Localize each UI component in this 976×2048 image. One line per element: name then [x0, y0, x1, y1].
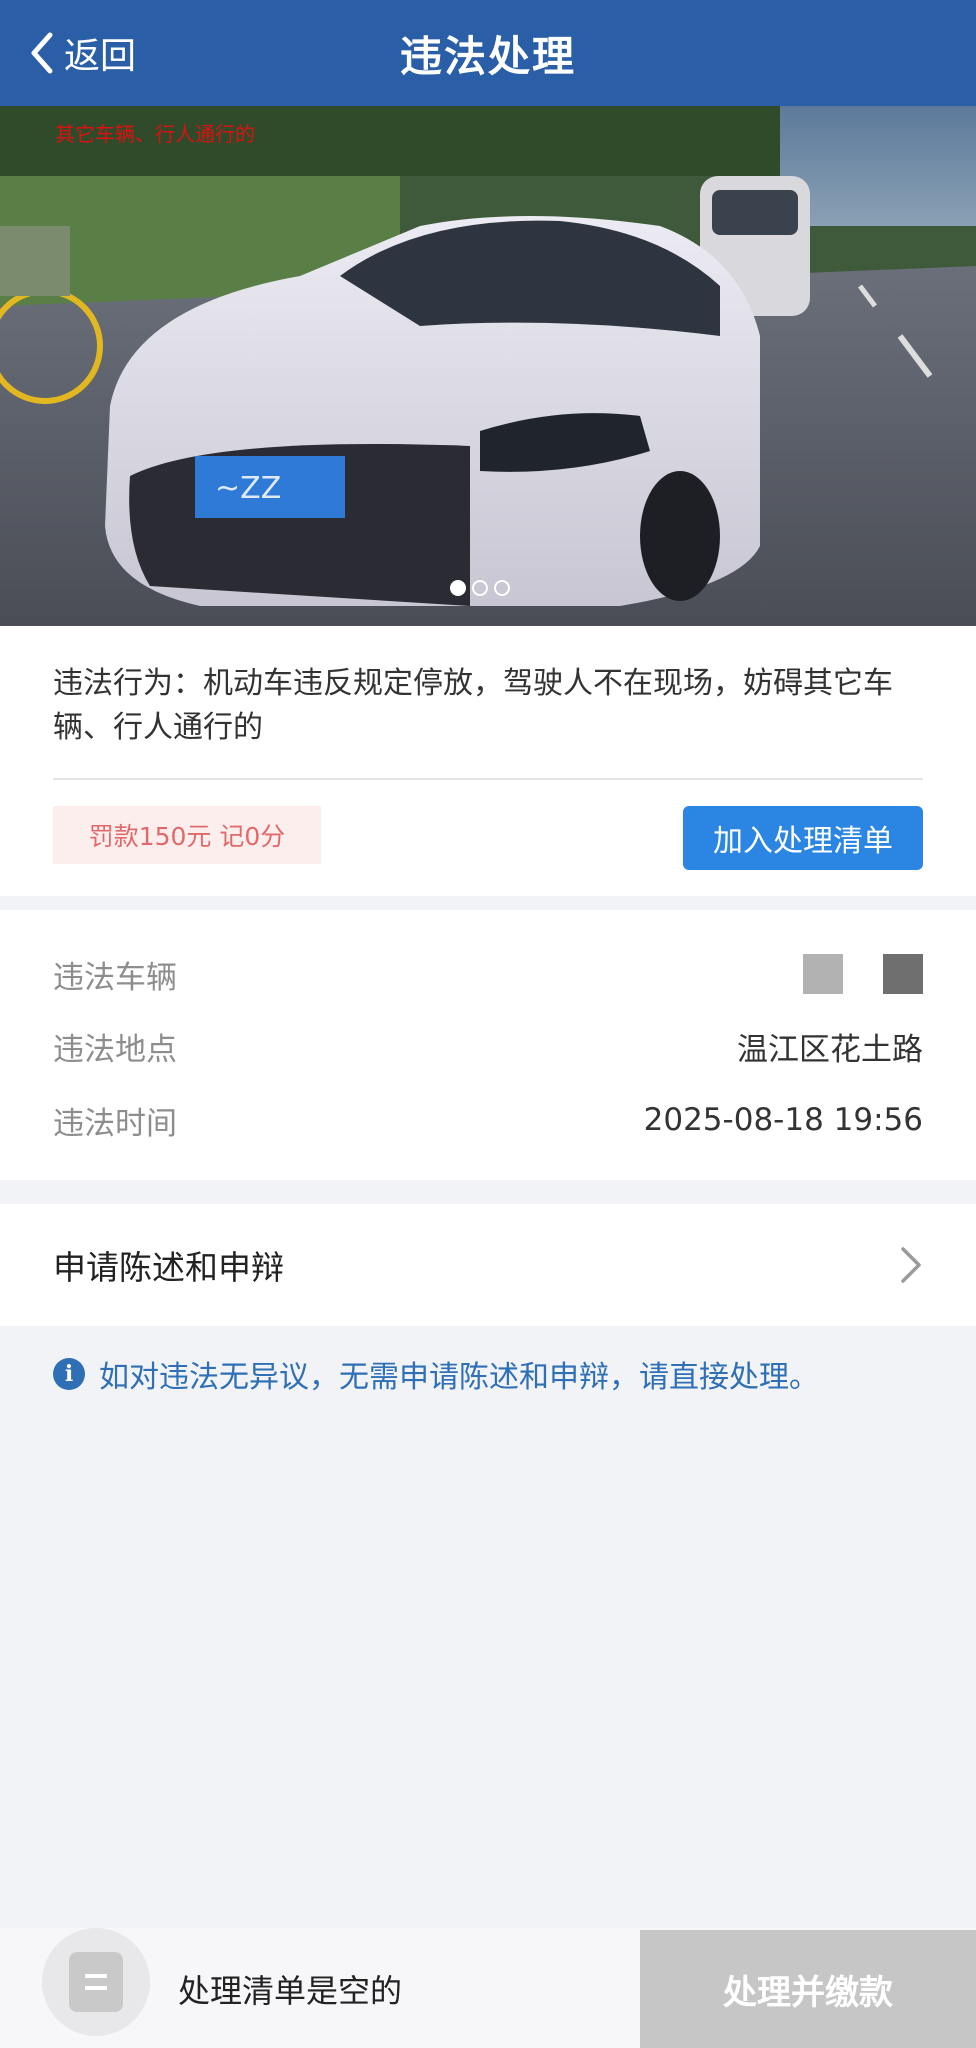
svg-text:~ZZ: ~ZZ: [215, 471, 281, 506]
page-title: 违法处理: [399, 31, 576, 81]
empty-list-text: 处理清单是空的: [178, 1972, 403, 2010]
back-button[interactable]: 返回: [28, 0, 136, 106]
carousel-dot[interactable]: [472, 580, 488, 596]
bottom-bar: 处理清单是空的 处理并缴款: [0, 1928, 976, 2048]
info-icon: i: [53, 1358, 85, 1390]
location-value: 温江区花土路: [737, 1031, 923, 1068]
evidence-photo-carousel[interactable]: ~ZZ 其它车辆、行人通行的: [0, 106, 976, 626]
list-icon: [69, 1952, 123, 2012]
divider: [53, 778, 923, 780]
top-bar: 返回 违法处理: [0, 0, 976, 106]
vehicle-label: 违法车辆: [53, 959, 177, 996]
vehicle-row: 违法车辆: [53, 944, 923, 1004]
back-label: 返回: [64, 36, 137, 77]
violation-behavior: 违法行为：机动车违反规定停放，驾驶人不在现场，妨碍其它车辆、行人通行的: [53, 666, 893, 745]
time-value: 2025-08-18 19:56: [643, 1102, 923, 1138]
location-label: 违法地点: [53, 1031, 177, 1068]
process-and-pay-button[interactable]: 处理并缴款: [640, 1930, 976, 2048]
add-to-list-button[interactable]: 加入处理清单: [683, 806, 923, 870]
fine-badge: 罚款150元 记0分: [53, 806, 321, 864]
notice: i 如对违法无异议，无需申请陈述和申辩，请直接处理。: [53, 1352, 819, 1396]
violation-card: 违法行为：机动车违反规定停放，驾驶人不在现场，妨碍其它车辆、行人通行的 罚款15…: [0, 626, 976, 896]
photo-watermark: 其它车辆、行人通行的: [55, 122, 255, 146]
carousel-dot[interactable]: [450, 580, 466, 596]
chevron-left-icon: [31, 32, 53, 74]
notice-text: 如对违法无异议，无需申请陈述和申辩，请直接处理。: [99, 1360, 819, 1395]
carousel-dot[interactable]: [494, 580, 510, 596]
carousel-dots: [450, 580, 510, 596]
time-label: 违法时间: [53, 1105, 177, 1142]
processing-list-button[interactable]: [42, 1928, 150, 2036]
chevron-right-icon: [901, 1247, 921, 1283]
appeal-row[interactable]: 申请陈述和申辩: [0, 1204, 976, 1326]
location-row: 违法地点 温江区花土路: [53, 1016, 923, 1076]
plate-mask: [803, 954, 923, 994]
car-photo: ~ZZ: [0, 106, 976, 626]
time-row: 违法时间 2025-08-18 19:56: [53, 1090, 923, 1150]
appeal-label: 申请陈述和申辩: [53, 1248, 284, 1287]
